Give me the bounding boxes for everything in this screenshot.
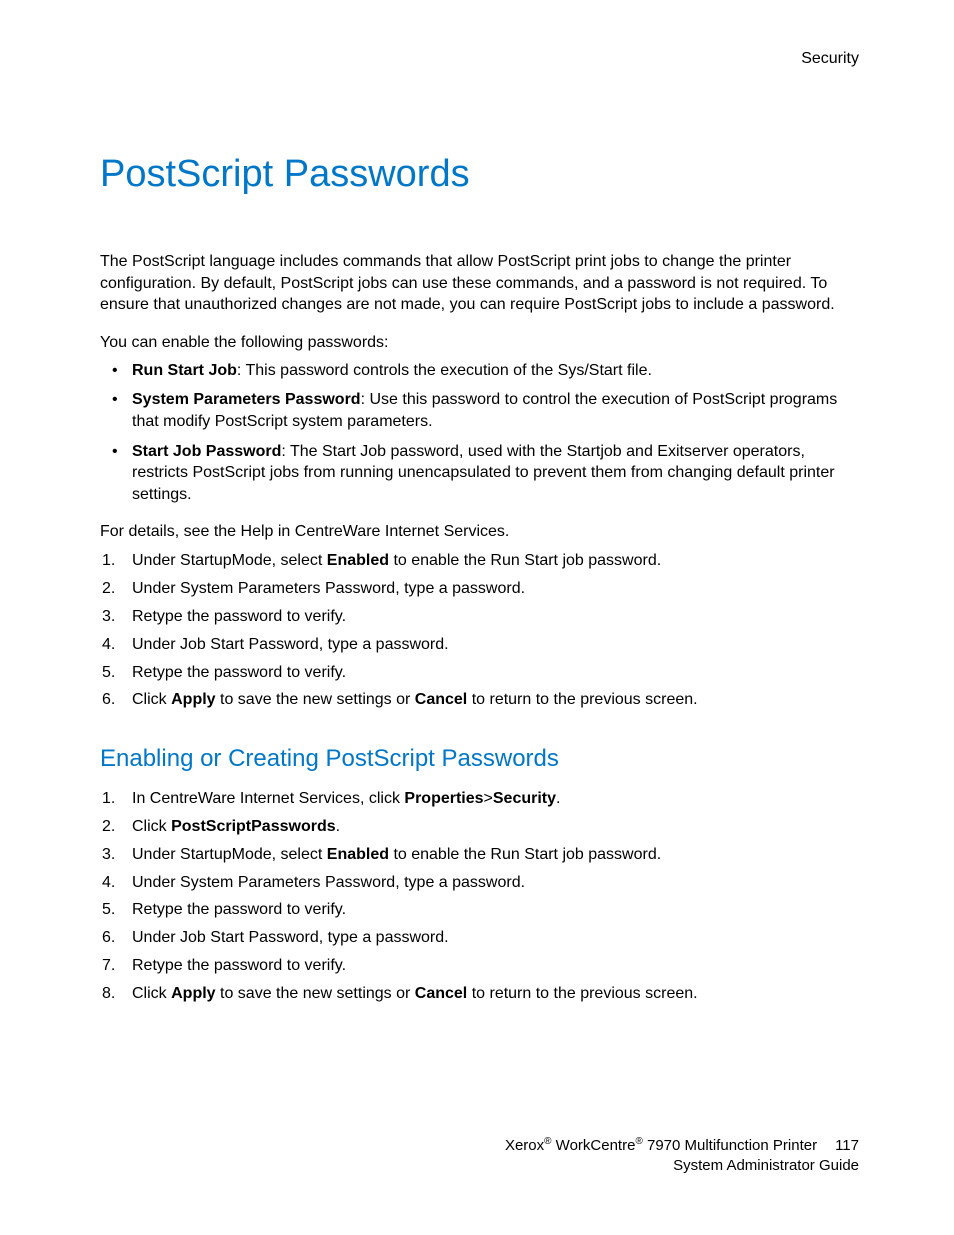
page-title: PostScript Passwords [100,153,859,196]
list-item: Retype the password to verify. [100,661,859,686]
intro-paragraph: The PostScript language includes command… [100,251,859,316]
list-item: Retype the password to verify. [100,954,859,979]
footer-line-1: Xerox® WorkCentre® 7970 Multifunction Pr… [505,1135,859,1156]
list-item: In CentreWare Internet Services, click P… [100,787,859,812]
page-footer: Xerox® WorkCentre® 7970 Multifunction Pr… [505,1135,859,1175]
password-types-list: Run Start Job: This password controls th… [100,360,859,506]
steps-list-a: Under StartupMode, select Enabled to ena… [100,549,859,713]
page-number: 117 [835,1137,859,1154]
list-item: Under System Parameters Password, type a… [100,871,859,896]
bullet-label: System Parameters Password [132,391,361,408]
bullet-label: Start Job Password [132,443,281,460]
list-item: Retype the password to verify. [100,898,859,923]
list-item: Under StartupMode, select Enabled to ena… [100,549,859,574]
list-item: Under StartupMode, select Enabled to ena… [100,843,859,868]
steps-list-b: In CentreWare Internet Services, click P… [100,787,859,1006]
list-item: Click Apply to save the new settings or … [100,688,859,713]
bullet-text: : This password controls the execution o… [237,362,652,379]
list-item: Run Start Job: This password controls th… [100,360,859,382]
footer-line-2: System Administrator Guide [505,1156,859,1176]
list-item: Click Apply to save the new settings or … [100,982,859,1007]
header-section-label: Security [100,50,859,68]
list-item: Under Job Start Password, type a passwor… [100,633,859,658]
list-item: Retype the password to verify. [100,605,859,630]
list-item: Click PostScriptPasswords. [100,815,859,840]
subsection-title: Enabling or Creating PostScript Password… [100,745,859,773]
list-item: System Parameters Password: Use this pas… [100,389,859,432]
list-item: Under System Parameters Password, type a… [100,577,859,602]
enable-passwords-label: You can enable the following passwords: [100,334,859,352]
list-item: Under Job Start Password, type a passwor… [100,926,859,951]
list-item: Start Job Password: The Start Job passwo… [100,441,859,506]
details-text: For details, see the Help in CentreWare … [100,523,859,541]
document-page: Security PostScript Passwords The PostSc… [0,0,954,1235]
bullet-label: Run Start Job [132,362,237,379]
